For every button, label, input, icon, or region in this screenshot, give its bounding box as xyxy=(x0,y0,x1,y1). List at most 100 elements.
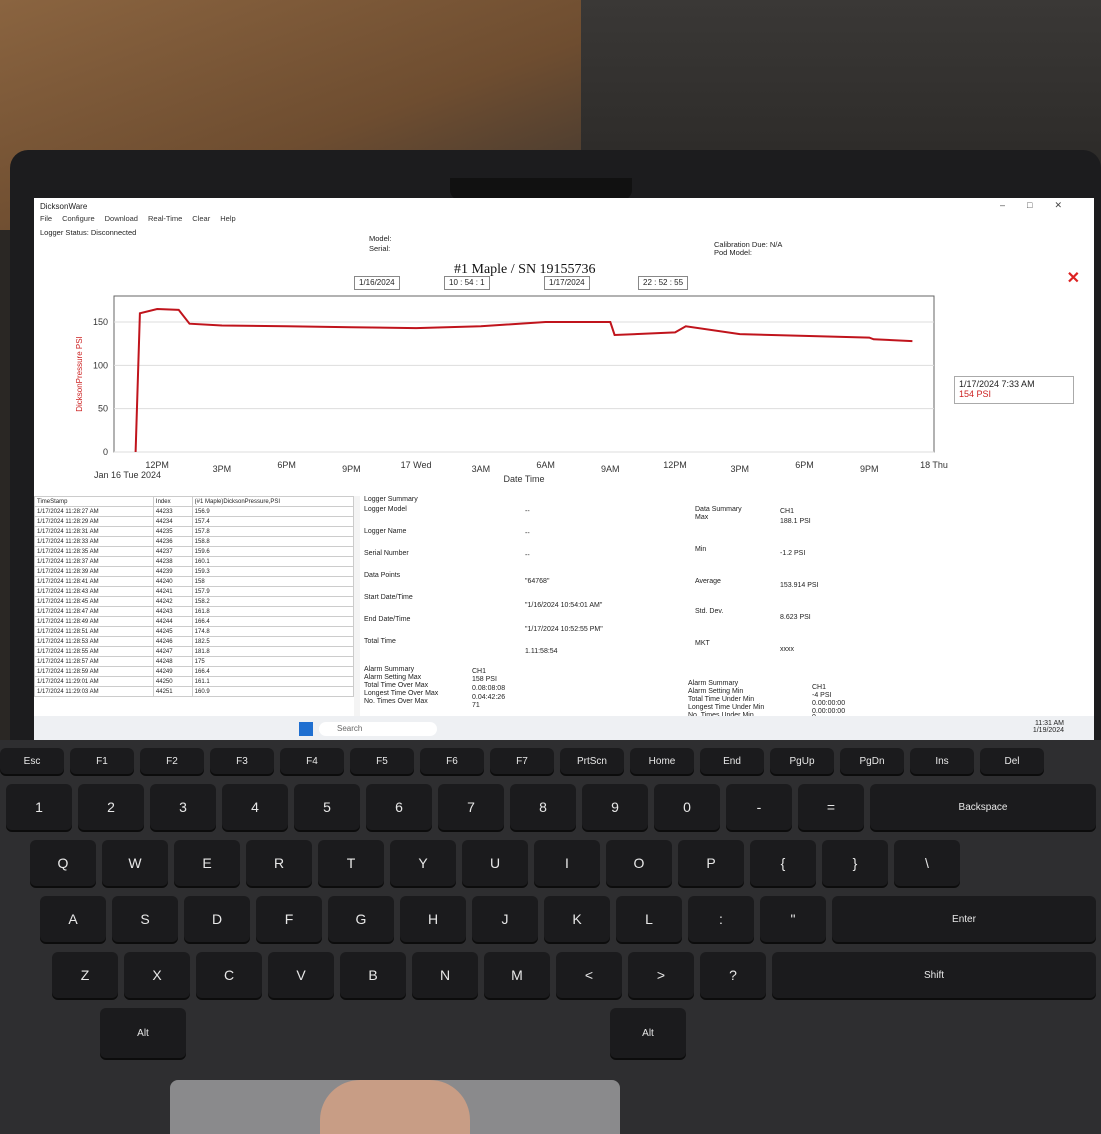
key-[interactable]: < xyxy=(556,952,622,998)
key-esc[interactable]: Esc xyxy=(0,748,64,774)
key-pgup[interactable]: PgUp xyxy=(770,748,834,774)
key-z[interactable]: Z xyxy=(52,952,118,998)
key-f4[interactable]: F4 xyxy=(280,748,344,774)
table-row[interactable]: 1/17/2024 11:28:39 AM 44239 159.3 xyxy=(34,566,355,577)
key-8[interactable]: 8 xyxy=(510,784,576,830)
key-v[interactable]: V xyxy=(268,952,334,998)
key-y[interactable]: Y xyxy=(390,840,456,886)
table-row[interactable]: 1/17/2024 11:28:37 AM 44238 160.1 xyxy=(34,556,355,567)
key-h[interactable]: H xyxy=(400,896,466,942)
key-f3[interactable]: F3 xyxy=(210,748,274,774)
key-2[interactable]: 2 xyxy=(78,784,144,830)
key-[interactable]: \ xyxy=(894,840,960,886)
key-c[interactable]: C xyxy=(196,952,262,998)
table-row[interactable]: 1/17/2024 11:29:03 AM 44251 160.9 xyxy=(34,686,355,697)
key-prtscn[interactable]: PrtScn xyxy=(560,748,624,774)
key-l[interactable]: L xyxy=(616,896,682,942)
key-f7[interactable]: F7 xyxy=(490,748,554,774)
key-a[interactable]: A xyxy=(40,896,106,942)
key-[interactable]: - xyxy=(726,784,792,830)
key-j[interactable]: J xyxy=(472,896,538,942)
table-row[interactable]: 1/17/2024 11:28:31 AM 44235 157.8 xyxy=(34,526,355,537)
end-time-spinner[interactable]: 22 : 52 : 55 xyxy=(638,276,689,290)
col-index[interactable]: Index xyxy=(152,496,193,507)
key-o[interactable]: O xyxy=(606,840,672,886)
key-s[interactable]: S xyxy=(112,896,178,942)
key-f[interactable]: F xyxy=(256,896,322,942)
key-home[interactable]: Home xyxy=(630,748,694,774)
table-row[interactable]: 1/17/2024 11:28:47 AM 44243 161.8 xyxy=(34,606,355,617)
col-pressure[interactable]: (#1 Maple)DicksonPressure,PSI xyxy=(191,496,355,507)
col-timestamp[interactable]: TimeStamp xyxy=(34,496,154,507)
key-b[interactable]: B xyxy=(340,952,406,998)
taskbar-clock[interactable]: 11:31 AM 1/19/2024 xyxy=(1033,720,1064,734)
table-row[interactable]: 1/17/2024 11:28:49 AM 44244 166.4 xyxy=(34,616,355,627)
key-7[interactable]: 7 xyxy=(438,784,504,830)
key-f6[interactable]: F6 xyxy=(420,748,484,774)
table-row[interactable]: 1/17/2024 11:28:55 AM 44247 181.8 xyxy=(34,646,355,657)
key-[interactable]: " xyxy=(760,896,826,942)
start-date-picker[interactable]: 1/16/2024 xyxy=(354,276,400,290)
key-[interactable]: ? xyxy=(700,952,766,998)
key-enter[interactable]: Enter xyxy=(832,896,1096,942)
key-f1[interactable]: F1 xyxy=(70,748,134,774)
key-0[interactable]: 0 xyxy=(654,784,720,830)
table-row[interactable]: 1/17/2024 11:28:43 AM 44241 157.9 xyxy=(34,586,355,597)
key-1[interactable]: 1 xyxy=(6,784,72,830)
key-4[interactable]: 4 xyxy=(222,784,288,830)
table-row[interactable]: 1/17/2024 11:28:57 AM 44248 175 xyxy=(34,656,355,667)
table-row[interactable]: 1/17/2024 11:28:35 AM 44237 159.6 xyxy=(34,546,355,557)
menu-download[interactable]: Download xyxy=(105,214,138,226)
key-ins[interactable]: Ins xyxy=(910,748,974,774)
key-m[interactable]: M xyxy=(484,952,550,998)
key-alt[interactable]: Alt xyxy=(100,1008,186,1058)
key-del[interactable]: Del xyxy=(980,748,1044,774)
key-r[interactable]: R xyxy=(246,840,312,886)
key-backspace[interactable]: Backspace xyxy=(870,784,1096,830)
key-f2[interactable]: F2 xyxy=(140,748,204,774)
taskbar-search[interactable]: Search xyxy=(319,722,437,736)
key-5[interactable]: 5 xyxy=(294,784,360,830)
table-row[interactable]: 1/17/2024 11:29:01 AM 44250 161.1 xyxy=(34,676,355,687)
key-end[interactable]: End xyxy=(700,748,764,774)
key-g[interactable]: G xyxy=(328,896,394,942)
table-row[interactable]: 1/17/2024 11:28:27 AM 44233 156.9 xyxy=(34,506,355,517)
key-x[interactable]: X xyxy=(124,952,190,998)
end-date-picker[interactable]: 1/17/2024 xyxy=(544,276,590,290)
key-d[interactable]: D xyxy=(184,896,250,942)
key-3[interactable]: 3 xyxy=(150,784,216,830)
key-e[interactable]: E xyxy=(174,840,240,886)
key-pgdn[interactable]: PgDn xyxy=(840,748,904,774)
table-row[interactable]: 1/17/2024 11:28:51 AM 44245 174.8 xyxy=(34,626,355,637)
close-chart-icon[interactable]: ✕ xyxy=(1067,268,1080,288)
window-controls[interactable]: –□✕ xyxy=(1000,200,1084,211)
key-f5[interactable]: F5 xyxy=(350,748,414,774)
key-q[interactable]: Q xyxy=(30,840,96,886)
key-9[interactable]: 9 xyxy=(582,784,648,830)
key-p[interactable]: P xyxy=(678,840,744,886)
menu-help[interactable]: Help xyxy=(220,214,235,226)
table-row[interactable]: 1/17/2024 11:28:53 AM 44246 182.5 xyxy=(34,636,355,647)
key-[interactable]: > xyxy=(628,952,694,998)
key-[interactable]: : xyxy=(688,896,754,942)
key-n[interactable]: N xyxy=(412,952,478,998)
windows-start-icon[interactable] xyxy=(299,722,313,736)
key-shift[interactable]: Shift xyxy=(772,952,1096,998)
menu-realtime[interactable]: Real-Time xyxy=(148,214,182,226)
key-t[interactable]: T xyxy=(318,840,384,886)
menu-configure[interactable]: Configure xyxy=(62,214,95,226)
table-row[interactable]: 1/17/2024 11:28:29 AM 44234 157.4 xyxy=(34,516,355,527)
table-row[interactable]: 1/17/2024 11:28:45 AM 44242 158.2 xyxy=(34,596,355,607)
menu-clear[interactable]: Clear xyxy=(192,214,210,226)
key-u[interactable]: U xyxy=(462,840,528,886)
menu-file[interactable]: File xyxy=(40,214,52,226)
table-row[interactable]: 1/17/2024 11:28:33 AM 44236 158.8 xyxy=(34,536,355,547)
key-[interactable]: } xyxy=(822,840,888,886)
key-[interactable]: { xyxy=(750,840,816,886)
key-i[interactable]: I xyxy=(534,840,600,886)
table-row[interactable]: 1/17/2024 11:28:59 AM 44249 166.4 xyxy=(34,666,355,677)
start-time-spinner[interactable]: 10 : 54 : 1 xyxy=(444,276,490,290)
key-6[interactable]: 6 xyxy=(366,784,432,830)
key-w[interactable]: W xyxy=(102,840,168,886)
key-[interactable]: = xyxy=(798,784,864,830)
